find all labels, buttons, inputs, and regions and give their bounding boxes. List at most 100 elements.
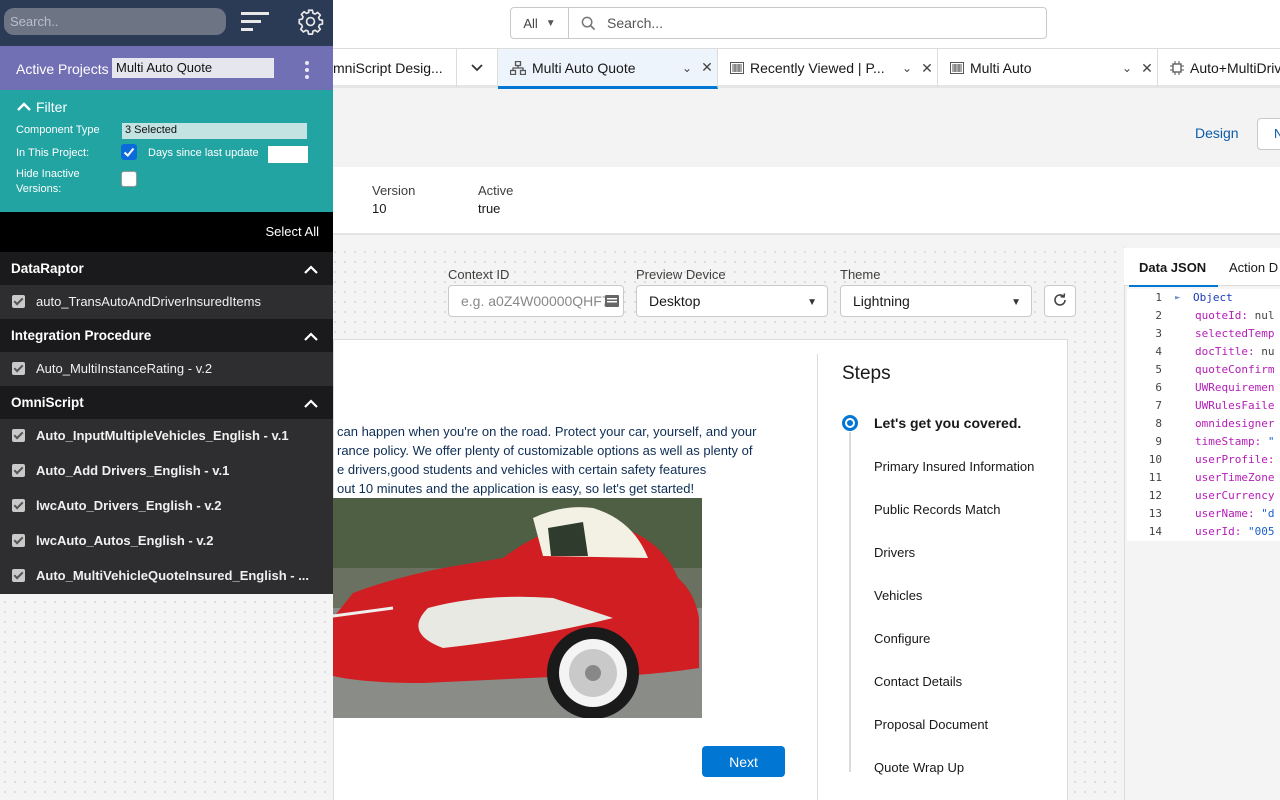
filter-section: Filter Component Type 3 Selected In This… xyxy=(0,90,333,212)
barcode-icon xyxy=(950,62,964,74)
component-type-select[interactable]: 3 Selected xyxy=(122,123,307,139)
hide-inactive-label-line: Hide Inactive xyxy=(16,168,80,180)
line-number: 9 xyxy=(1155,435,1162,448)
chevron-down-icon: ▼ xyxy=(545,17,556,29)
design-link[interactable]: Design xyxy=(1195,125,1239,141)
json-key: quoteId: nul xyxy=(1195,307,1274,325)
panel-search-input[interactable] xyxy=(4,8,226,35)
select-all-link[interactable]: Select All xyxy=(266,224,319,239)
lookup-icon[interactable] xyxy=(605,294,619,310)
component-type-label: Component Type xyxy=(16,124,100,136)
step-item[interactable]: Drivers xyxy=(874,545,915,560)
json-viewer: 1 ► Object 2 quoteId: nul 3 selectedTemp 4… xyxy=(1127,289,1280,541)
intro-line: out 10 minutes and the application is ea… xyxy=(337,481,695,496)
chevron-down-icon[interactable]: ⌄ xyxy=(677,61,697,75)
chevron-down-icon[interactable]: ⌄ xyxy=(897,61,917,75)
days-since-update-input[interactable] xyxy=(268,146,308,163)
more-options-icon[interactable] xyxy=(304,60,310,83)
tab-action-debugger[interactable]: Action D xyxy=(1229,260,1278,275)
tab-recently-viewed[interactable]: Recently Viewed | P... ⌄ ✕ xyxy=(718,49,938,87)
chevron-down-icon: ▼ xyxy=(807,297,817,308)
group-header-integration-procedure[interactable]: Integration Procedure xyxy=(0,319,333,352)
intro-line: rance policy. We offer plenty of customi… xyxy=(337,443,753,458)
step-item[interactable]: Configure xyxy=(874,631,930,646)
step-item[interactable]: Contact Details xyxy=(874,674,962,689)
tab-omniscript-designer[interactable]: mniScript Desig... xyxy=(333,49,457,87)
header-action-button[interactable]: N xyxy=(1257,118,1280,150)
list-item[interactable]: lwcAuto_Drivers_English - v.2 xyxy=(0,489,333,524)
hide-inactive-label: Hide Inactive Versions: xyxy=(16,167,80,197)
tab-data-json[interactable]: Data JSON xyxy=(1128,260,1219,287)
list-item[interactable]: Auto_MultiInstanceRating - v.2 xyxy=(0,352,333,387)
active-field: Active true xyxy=(478,183,513,216)
line-number: 8 xyxy=(1155,417,1162,430)
line-number: 2 xyxy=(1155,309,1162,322)
filter-lines-icon[interactable] xyxy=(241,12,269,35)
list-item[interactable]: Auto_Add Drivers_English - v.1 xyxy=(0,454,333,489)
tab-label: Multi Auto Quote xyxy=(532,59,636,76)
json-key: quoteConfirm xyxy=(1195,363,1275,376)
json-key: userName: "d xyxy=(1195,505,1274,523)
tab-overflow-button[interactable] xyxy=(457,49,498,87)
step-item[interactable]: Public Records Match xyxy=(874,502,1000,517)
json-key: userTimeZone xyxy=(1195,471,1275,484)
json-key: docTitle: nu xyxy=(1195,343,1274,361)
item-checkbox[interactable] xyxy=(12,362,25,375)
step-item[interactable]: Quote Wrap Up xyxy=(874,760,964,775)
close-icon[interactable]: ✕ xyxy=(1137,60,1157,77)
chevron-up-icon xyxy=(303,330,319,345)
json-key: selectedTemp xyxy=(1195,327,1275,340)
group-header-dataraptor[interactable]: DataRaptor xyxy=(0,252,333,285)
active-project-select[interactable]: Multi Auto Quote xyxy=(112,58,274,78)
gear-icon[interactable] xyxy=(297,8,324,38)
group-title: DataRaptor xyxy=(11,261,84,276)
list-item[interactable]: auto_TransAutoAndDriverInsuredItems xyxy=(0,285,333,320)
line-number: 12 xyxy=(1148,489,1162,502)
list-item[interactable]: Auto_InputMultipleVehicles_English - v.1 xyxy=(0,419,333,454)
tab-multi-auto-quote[interactable]: Multi Auto Quote ⌄ ✕ xyxy=(498,49,718,89)
hide-inactive-label-line: Versions: xyxy=(16,183,62,195)
chevron-down-icon[interactable]: ⌄ xyxy=(1117,61,1137,75)
json-panel-tabs: Data JSON Action D xyxy=(1124,248,1280,287)
item-checkbox[interactable] xyxy=(12,429,25,442)
json-value: "d xyxy=(1261,507,1275,520)
next-button[interactable]: Next xyxy=(702,746,785,777)
group-header-omniscript[interactable]: OmniScript xyxy=(0,386,333,419)
expand-arrow-icon[interactable]: ► xyxy=(1175,289,1180,307)
item-checkbox[interactable] xyxy=(12,464,25,477)
list-item[interactable]: Auto_MultiVehicleQuoteInsured_English - … xyxy=(0,559,333,594)
list-item[interactable]: lwcAuto_Autos_English - v.2 xyxy=(0,524,333,559)
hide-inactive-checkbox[interactable] xyxy=(121,171,137,187)
json-key: UWRulesFaile xyxy=(1195,399,1275,412)
tab-auto-multidriver[interactable]: Auto+MultiDriv xyxy=(1158,49,1280,87)
step-item[interactable]: Let's get you covered. xyxy=(874,415,1021,431)
filter-toggle[interactable]: Filter xyxy=(16,99,67,115)
item-checkbox[interactable] xyxy=(12,499,25,512)
close-icon[interactable]: ✕ xyxy=(917,60,937,77)
close-icon[interactable]: ✕ xyxy=(697,59,717,76)
global-search[interactable]: All ▼ xyxy=(510,7,1047,39)
item-checkbox[interactable] xyxy=(12,534,25,547)
json-key: userId: "005 xyxy=(1195,523,1274,541)
tab-multi-auto[interactable]: Multi Auto ⌄ ✕ xyxy=(938,49,1158,87)
global-search-input[interactable] xyxy=(607,8,1046,38)
context-id-input[interactable]: e.g. a0Z4W00000QHF7 xyxy=(448,285,624,317)
step-item[interactable]: Vehicles xyxy=(874,588,922,603)
car-image xyxy=(333,498,702,718)
step-item[interactable]: Proposal Document xyxy=(874,717,988,732)
item-checkbox[interactable] xyxy=(12,569,25,582)
json-line: 4 docTitle: nu xyxy=(1127,343,1280,361)
search-scope-label: All xyxy=(523,15,538,31)
barcode-icon xyxy=(730,62,744,74)
search-scope-dropdown[interactable]: All ▼ xyxy=(511,8,569,38)
refresh-button[interactable] xyxy=(1044,285,1076,317)
json-line: 14 userId: "005 xyxy=(1127,523,1280,541)
item-checkbox[interactable] xyxy=(12,295,25,308)
step-item[interactable]: Primary Insured Information xyxy=(874,459,1034,474)
in-project-checkbox[interactable] xyxy=(121,144,137,160)
filter-title: Filter xyxy=(36,99,68,115)
json-key-text: userName: xyxy=(1195,507,1255,520)
theme-select[interactable]: Lightning ▼ xyxy=(840,285,1032,317)
active-label: Active xyxy=(478,183,514,198)
preview-device-select[interactable]: Desktop ▼ xyxy=(636,285,828,317)
